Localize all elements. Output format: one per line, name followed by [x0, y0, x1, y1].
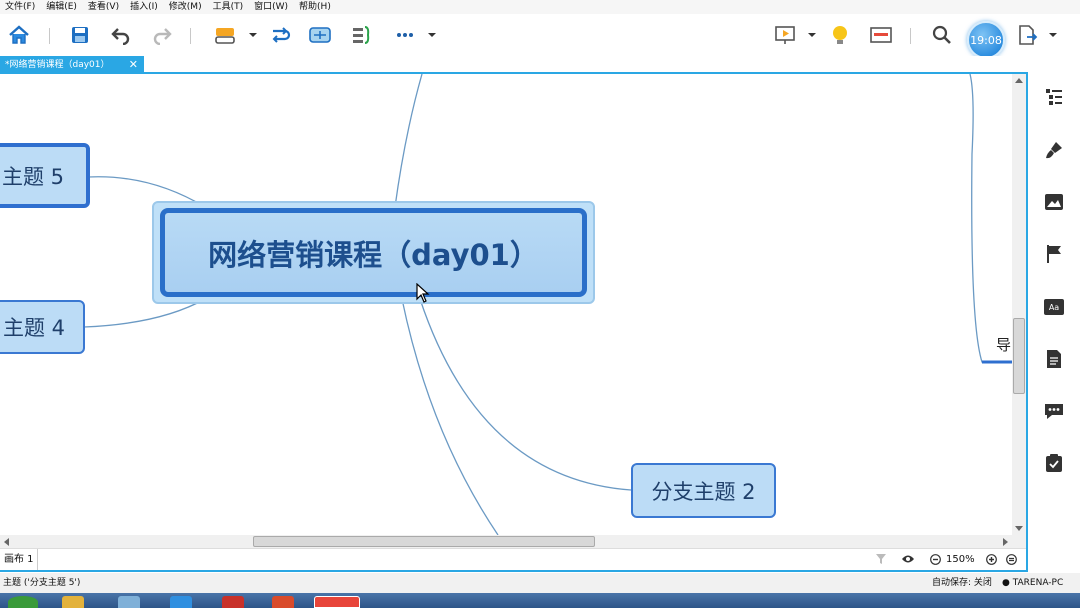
zoom-out-icon[interactable] — [930, 554, 941, 565]
vertical-scroll-thumb[interactable] — [1013, 318, 1025, 394]
export-icon[interactable] — [1014, 23, 1040, 47]
central-topic[interactable]: 网络营销课程（day01） — [152, 201, 595, 304]
document-tab-label: *网络营销课程（day01） — [5, 60, 110, 70]
summary-icon[interactable] — [349, 23, 375, 47]
toolbar-separator — [190, 28, 191, 44]
outline-icon[interactable] — [1043, 86, 1065, 108]
mindmap-canvas[interactable]: 主题 5 主题 4 网络营销课程（day01） 分支主题 2 导 — [0, 74, 1012, 535]
export-dropdown-icon[interactable] — [1049, 33, 1057, 37]
zoom-level[interactable]: 150% — [946, 549, 975, 570]
eye-icon[interactable] — [901, 554, 915, 564]
layout-icon[interactable] — [868, 23, 894, 47]
menu-bar: 文件(F) 编辑(E) 查看(V) 插入(I) 修改(M) 工具(T) 窗口(W… — [0, 0, 1080, 14]
zoom-fit-icon[interactable] — [1006, 554, 1017, 565]
format-brush-icon[interactable] — [1043, 139, 1065, 161]
sheet-tab[interactable]: 画布 1 — [0, 549, 38, 570]
menu-window[interactable]: 窗口(W) — [249, 0, 294, 14]
connector-lines — [83, 74, 1012, 535]
central-topic-label: 网络营销课程（day01） — [160, 208, 587, 297]
insert-topic-dropdown-icon[interactable] — [249, 33, 257, 37]
selection-status: 主题 ('分支主题 5') — [3, 578, 81, 588]
task-icon[interactable] — [1043, 452, 1065, 474]
menu-help[interactable]: 帮助(H) — [294, 0, 337, 14]
start-button-icon[interactable] — [8, 596, 38, 608]
zoom-in-icon[interactable] — [986, 554, 997, 565]
folder-icon[interactable] — [62, 596, 84, 608]
topic-4[interactable]: 主题 4 — [0, 300, 85, 354]
text-style-icon[interactable]: Aa — [1043, 296, 1065, 318]
branch-topic-2[interactable]: 分支主题 2 — [631, 463, 776, 518]
user-status: ● TARENA-PC — [1002, 578, 1064, 588]
app-icon[interactable] — [222, 596, 244, 608]
notes-icon[interactable] — [1043, 348, 1065, 370]
autosave-status[interactable]: 自动保存: 关闭 — [932, 573, 992, 593]
scroll-up-icon[interactable] — [1015, 78, 1023, 83]
scroll-down-icon[interactable] — [1015, 526, 1023, 531]
presentation-icon[interactable] — [772, 23, 798, 47]
presentation-dropdown-icon[interactable] — [808, 33, 816, 37]
scroll-left-icon[interactable] — [4, 538, 9, 546]
app-icon[interactable] — [272, 596, 294, 608]
menu-insert[interactable]: 插入(I) — [125, 0, 164, 14]
toolbar: 19:08 — [0, 14, 1080, 59]
insert-topic-icon[interactable] — [212, 23, 238, 47]
topic-label: 主题 4 — [2, 316, 65, 340]
user-name: TARENA-PC — [1012, 578, 1064, 588]
xmind-task-icon[interactable] — [314, 596, 360, 608]
sheet-bar: 画布 1 150% — [0, 548, 1026, 570]
boundary-icon[interactable] — [307, 23, 333, 47]
mouse-cursor-icon — [416, 283, 430, 303]
save-icon[interactable] — [67, 23, 93, 47]
horizontal-scrollbar[interactable] — [0, 535, 1026, 548]
app-icon[interactable] — [118, 596, 140, 608]
toolbar-separator — [49, 28, 50, 44]
svg-text:Aa: Aa — [1049, 303, 1059, 312]
brainstorm-icon[interactable] — [827, 23, 853, 47]
vertical-scrollbar[interactable] — [1012, 74, 1026, 535]
comment-icon[interactable] — [1043, 400, 1065, 422]
horizontal-scroll-thumb[interactable] — [253, 536, 595, 547]
status-bar: 主题 ('分支主题 5') 自动保存: 关闭 ● TARENA-PC — [0, 573, 1080, 593]
scroll-right-icon[interactable] — [1003, 538, 1008, 546]
menu-tools[interactable]: 工具(T) — [208, 0, 250, 14]
menu-edit[interactable]: 编辑(E) — [41, 0, 83, 14]
topic-label: 分支主题 2 — [651, 479, 756, 504]
menu-modify[interactable]: 修改(M) — [164, 0, 208, 14]
topic-label: 主题 5 — [1, 164, 64, 189]
right-sidebar: Aa — [1028, 72, 1080, 572]
relationship-icon[interactable] — [267, 23, 293, 47]
redo-icon[interactable] — [149, 23, 175, 47]
toolbar-separator — [910, 28, 911, 44]
topic-5[interactable]: 主题 5 — [0, 143, 90, 208]
topic-right-partial[interactable]: 导 — [996, 334, 1011, 355]
image-icon[interactable] — [1043, 191, 1065, 213]
marker-flag-icon[interactable] — [1043, 243, 1065, 265]
browser-icon[interactable] — [170, 596, 192, 608]
more-dropdown-icon[interactable] — [428, 33, 436, 37]
menu-file[interactable]: 文件(F) — [0, 0, 41, 14]
filter-icon[interactable] — [875, 553, 887, 565]
search-icon[interactable] — [929, 23, 955, 47]
menu-view[interactable]: 查看(V) — [83, 0, 125, 14]
clock-badge: 19:08 — [967, 21, 1005, 59]
os-taskbar — [0, 593, 1080, 608]
more-icon[interactable] — [392, 23, 418, 47]
home-icon[interactable] — [6, 23, 32, 47]
undo-icon[interactable] — [108, 23, 134, 47]
